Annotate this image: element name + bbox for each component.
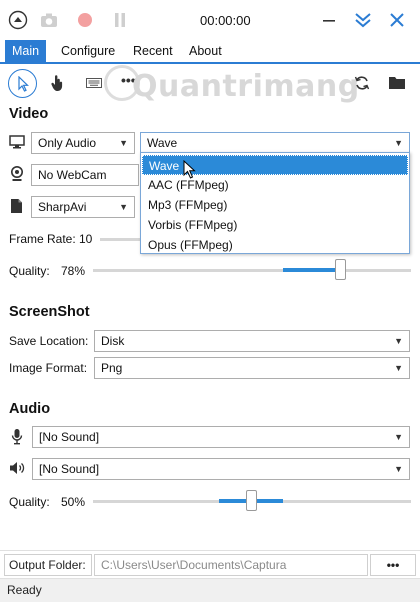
watermark-text: Quantrimang <box>132 69 360 104</box>
document-icon <box>10 198 23 217</box>
tab-recent[interactable]: Recent <box>126 40 180 62</box>
folder-icon[interactable] <box>388 75 406 93</box>
status-bar: Ready <box>0 578 420 602</box>
video-quality-slider[interactable] <box>93 269 411 272</box>
hand-icon[interactable] <box>50 74 66 95</box>
speaker-value: [No Sound] <box>39 462 100 476</box>
microphone-select[interactable]: [No Sound] ▼ <box>32 426 410 448</box>
frame-rate-value: 10 <box>79 232 93 246</box>
video-quality-fill <box>283 268 338 272</box>
format-option-mp3[interactable]: Mp3 (FFMpeg) <box>142 195 408 215</box>
encoder-select[interactable]: SharpAvi ▼ <box>31 196 135 218</box>
format-option-aac[interactable]: AAC (FFMpeg) <box>142 175 408 195</box>
browse-button[interactable]: ••• <box>370 554 416 576</box>
chevron-down-icon: ▼ <box>394 464 403 474</box>
output-folder-label: Output Folder: <box>4 554 92 576</box>
monitor-icon <box>9 135 25 152</box>
chevron-down-icon: ▼ <box>394 336 403 346</box>
frame-rate-label: Frame Rate: <box>9 232 76 246</box>
speaker-icon <box>9 461 27 478</box>
frame-rate-slider[interactable] <box>100 238 140 241</box>
status-text: Ready <box>7 583 42 597</box>
video-quality-label: Quality: <box>9 264 50 278</box>
microphone-value: [No Sound] <box>39 430 100 444</box>
format-option-vorbis[interactable]: Vorbis (FFMpeg) <box>142 215 408 235</box>
keyboard-icon[interactable] <box>86 77 102 91</box>
audio-quality-thumb[interactable] <box>246 490 257 511</box>
timer: 00:00:00 <box>200 13 251 28</box>
output-folder-path[interactable]: C:\Users\User\Documents\Captura <box>94 554 368 576</box>
webcam-select[interactable]: No WebCam <box>31 164 139 186</box>
chevron-down-icon: ▼ <box>394 138 403 148</box>
webcam-value: No WebCam <box>38 168 107 182</box>
cursor-tool-button[interactable] <box>8 69 37 98</box>
mouse-pointer-icon <box>183 159 197 183</box>
speaker-select[interactable]: [No Sound] ▼ <box>32 458 410 480</box>
image-format-label: Image Format: <box>9 361 88 375</box>
format-select[interactable]: Wave ▼ <box>140 132 410 154</box>
screenshot-section-title: ScreenShot <box>9 304 90 320</box>
refresh-icon[interactable] <box>354 75 370 94</box>
audio-quality-value: 50% <box>61 495 86 509</box>
save-location-value: Disk <box>101 334 125 348</box>
video-section-title: Video <box>9 106 49 122</box>
close-icon[interactable] <box>386 9 408 31</box>
video-quality-value: 78% <box>61 264 86 278</box>
save-location-select[interactable]: Disk ▼ <box>94 330 410 352</box>
format-value: Wave <box>147 136 178 150</box>
image-format-value: Png <box>101 361 123 375</box>
format-dropdown-list: Wave AAC (FFMpeg) Mp3 (FFMpeg) Vorbis (F… <box>140 152 410 254</box>
tab-about[interactable]: About <box>182 40 229 62</box>
chevron-down-icon: ▼ <box>119 138 128 148</box>
chevron-down-icon: ▼ <box>394 432 403 442</box>
microphone-icon <box>11 428 23 448</box>
encoder-value: SharpAvi <box>38 200 87 214</box>
audio-quality-label: Quality: <box>9 495 50 509</box>
tab-main[interactable]: Main <box>5 40 47 62</box>
format-option-wave[interactable]: Wave <box>142 155 408 175</box>
chevron-down-icon: ▼ <box>394 363 403 373</box>
toolbar: ••• Quantrimang <box>0 64 420 104</box>
save-location-label: Save Location: <box>9 334 89 348</box>
menu-bar: Main Configure Recent About <box>0 40 420 64</box>
camera-icon[interactable] <box>38 9 60 31</box>
video-quality-thumb[interactable] <box>335 259 346 280</box>
collapse-up-icon[interactable] <box>7 9 29 31</box>
tab-configure[interactable]: Configure <box>54 40 122 62</box>
audio-source-select[interactable]: Only Audio ▼ <box>31 132 135 154</box>
webcam-icon <box>10 166 24 185</box>
cursor-icon <box>17 75 29 92</box>
image-format-select[interactable]: Png ▼ <box>94 357 410 379</box>
audio-source-value: Only Audio <box>38 136 97 150</box>
output-folder-bar: Output Folder: C:\Users\User\Documents\C… <box>0 550 420 578</box>
record-icon[interactable] <box>74 9 96 31</box>
title-bar: 00:00:00 <box>0 0 420 40</box>
expand-down-icon[interactable] <box>352 9 374 31</box>
chevron-down-icon: ▼ <box>119 202 128 212</box>
pause-icon[interactable] <box>109 9 131 31</box>
audio-section-title: Audio <box>9 401 51 417</box>
format-option-opus[interactable]: Opus (FFMpeg) <box>142 235 408 255</box>
minimize-icon[interactable] <box>318 9 340 31</box>
